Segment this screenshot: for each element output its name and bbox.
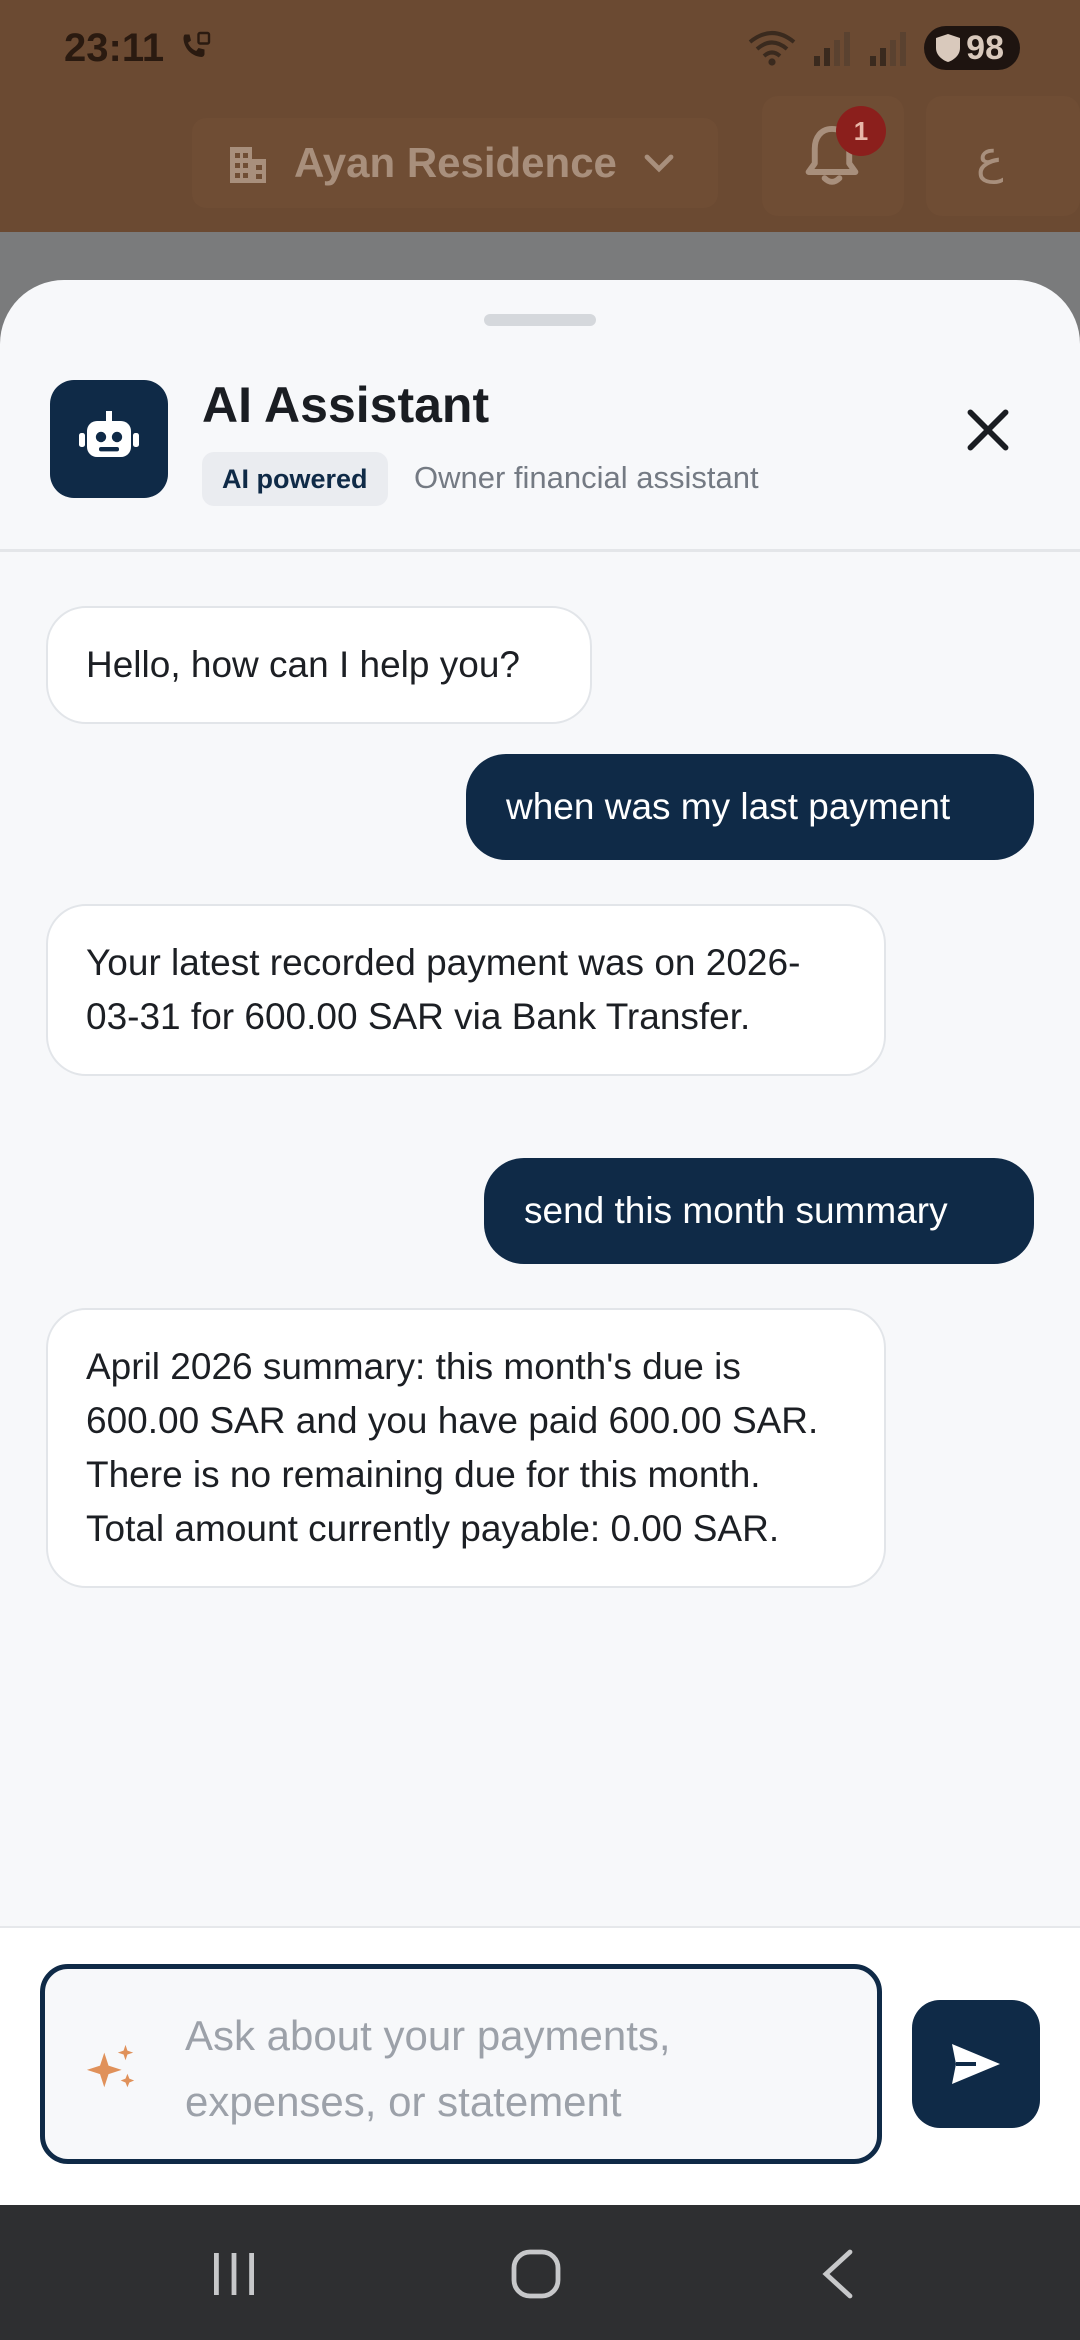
message-bubble-bot: Your latest recorded payment was on 2026… <box>46 904 886 1076</box>
ai-powered-badge: AI powered <box>202 452 388 506</box>
back-button[interactable] <box>798 2239 878 2309</box>
recents-icon <box>214 2253 254 2295</box>
send-icon <box>952 2044 1000 2084</box>
chevron-down-icon <box>644 154 674 173</box>
message-bubble-user: when was my last payment <box>466 754 1034 860</box>
home-icon <box>511 2249 561 2299</box>
message-list[interactable]: Hello, how can I help you? when was my l… <box>0 556 1080 1926</box>
sheet-header: AI Assistant AI powered Owner financial … <box>0 350 1080 552</box>
message-input-box[interactable] <box>40 1964 882 2164</box>
system-nav-bar <box>0 2205 1080 2340</box>
message-input[interactable] <box>185 2003 845 2133</box>
message-bubble-bot: Hello, how can I help you? <box>46 606 592 724</box>
status-bar: 23:11 98 <box>0 0 1080 96</box>
status-icons: 98 <box>748 26 1020 70</box>
property-name: Ayan Residence <box>294 139 617 186</box>
sparkle-icon <box>86 2044 135 2088</box>
battery-indicator: 98 <box>924 26 1020 70</box>
message-bubble-bot: April 2026 summary: this month's due is … <box>46 1308 886 1588</box>
signal-icon-2 <box>870 32 907 66</box>
close-button[interactable] <box>952 394 1024 466</box>
property-selector[interactable]: Ayan Residence <box>192 118 718 208</box>
robot-icon <box>79 411 139 457</box>
wifi-call-icon <box>183 31 211 57</box>
composer <box>0 1926 1080 2205</box>
assistant-sheet: AI Assistant AI powered Owner financial … <box>0 280 1080 2205</box>
notifications-button[interactable] <box>762 96 904 216</box>
assistant-avatar <box>50 380 168 498</box>
language-label: ع <box>976 131 1004 183</box>
sheet-subtitle: Owner financial assistant <box>414 460 759 495</box>
drag-handle[interactable] <box>484 314 596 326</box>
notification-badge: 1 <box>836 106 886 156</box>
message-bubble-user: send this month summary <box>484 1158 1034 1264</box>
send-button[interactable] <box>912 2000 1040 2128</box>
app-bar: Ayan Residence <box>0 96 1080 232</box>
home-button[interactable] <box>496 2239 576 2309</box>
shield-icon <box>936 34 961 62</box>
battery-level: 98 <box>966 28 1004 67</box>
recents-button[interactable] <box>194 2239 274 2309</box>
building-icon <box>230 147 266 183</box>
wifi-icon <box>748 31 796 66</box>
close-icon <box>967 409 1009 451</box>
sheet-title: AI Assistant <box>202 377 490 433</box>
status-time: 23:11 <box>64 26 165 70</box>
signal-icon-1 <box>814 32 851 66</box>
back-icon <box>822 2249 853 2299</box>
